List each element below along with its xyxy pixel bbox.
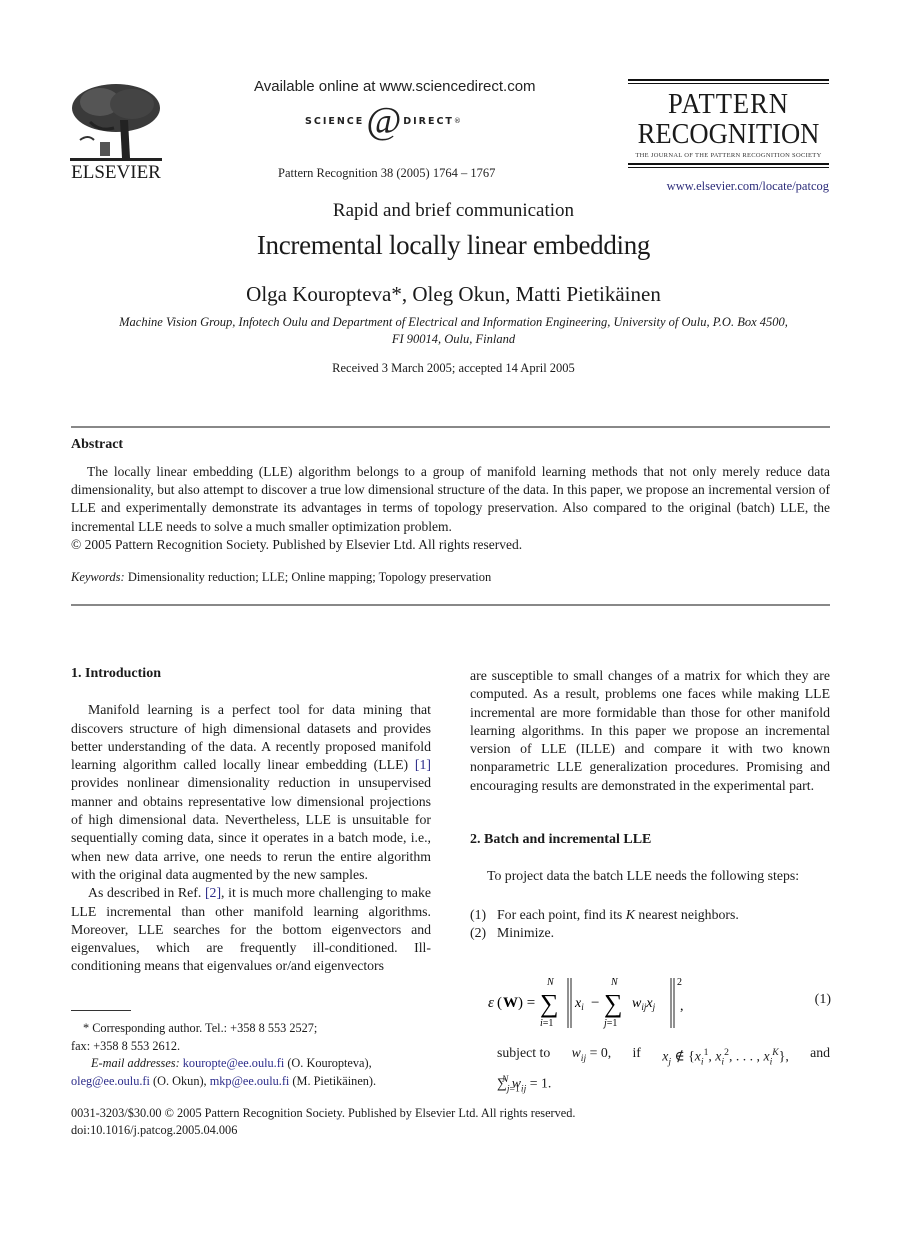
elsevier-tree-icon [70, 84, 162, 161]
email-owner: (O. Kouropteva), [284, 1056, 372, 1070]
email-link-okun[interactable]: oleg@ee.oulu.fi [71, 1074, 150, 1088]
masthead-rule [628, 167, 829, 168]
section-heading-batch: 2. Batch and incremental LLE [470, 832, 652, 848]
journal-url-link[interactable]: www.elsevier.com/locate/patcog [667, 179, 829, 194]
email-link-kouropteva[interactable]: kouropte@ee.oulu.fi [183, 1056, 284, 1070]
received-dates: Received 3 March 2005; accepted 14 April… [332, 361, 575, 375]
sciencedirect-left: SCIENCE [305, 115, 365, 127]
issn-line: 0031-3203/$30.00 © 2005 Pattern Recognit… [71, 1106, 576, 1120]
email-owner: (O. Okun), [149, 1073, 210, 1088]
svg-text:2: 2 [677, 977, 682, 988]
constraint-subject-to: subject to [497, 1045, 551, 1060]
keywords-list: Dimensionality reduction; LLE; Online ma… [127, 570, 492, 584]
authors: Olga Kouropteva*, Oleg Okun, Matti Pieti… [246, 282, 661, 306]
abstract-copyright: © 2005 Pattern Recognition Society. Publ… [71, 536, 523, 552]
svg-text:∑: ∑ [540, 989, 559, 1018]
constraint-and: and [810, 1045, 830, 1060]
footnote-emails-cont: oleg@ee.oulu.fi (O. Okun), mkp@ee.oulu.f… [71, 1073, 431, 1091]
footnote-rule [71, 1010, 131, 1011]
paragraph-text: As described in Ref. [88, 885, 205, 901]
sciencedirect-logo: SCIENCE @ DIRECT ® [305, 100, 490, 142]
svg-text:j=1: j=1 [602, 1018, 617, 1029]
article-title: Incremental locally linear embedding [256, 230, 651, 260]
abstract-top-rule [71, 426, 830, 428]
svg-text:i=1: i=1 [540, 1018, 553, 1029]
equation-number: (1) [814, 992, 831, 1007]
svg-text:,: , [680, 999, 684, 1014]
keywords: Keywords: Dimensionality reduction; LLE;… [71, 570, 491, 585]
step-text: Minimize. [497, 924, 555, 940]
constraint-line-2: ∑j=1N wij = 1. [497, 1074, 552, 1095]
publisher-name: ELSEVIER [71, 162, 161, 183]
svg-text:∑: ∑ [604, 989, 623, 1018]
step-text-b: nearest neighbors. [634, 906, 739, 922]
journal-title-line2: RECOGNITION [637, 119, 820, 150]
step-var: K [625, 906, 635, 922]
masthead-rule [628, 79, 829, 81]
svg-text:(: ( [497, 995, 502, 1011]
abstract-bottom-rule [71, 604, 830, 606]
step-text: For each point, find its K nearest neigh… [497, 906, 739, 924]
affiliation-line: Machine Vision Group, Infotech Oulu and … [119, 315, 788, 329]
reference-link-1[interactable]: [1] [415, 757, 431, 772]
svg-text:W: W [503, 995, 518, 1011]
constraint-math: wij = 0, [571, 1045, 612, 1064]
footnote-fax: fax: +358 8 553 2612. [71, 1038, 181, 1053]
step-text-a: For each point, find its [497, 906, 626, 922]
equation-constraint: subject to wij = 0, if xj ∉ {xi1, xi2, .… [497, 1044, 830, 1099]
sciencedirect-at-icon: @ [366, 100, 402, 142]
journal-citation: Pattern Recognition 38 (2005) 1764 – 176… [278, 166, 496, 180]
abstract-text: The locally linear embedding (LLE) algor… [71, 464, 830, 534]
affiliation-line: FI 90014, Oulu, Finland [391, 332, 516, 346]
journal-masthead: PATTERN RECOGNITION THE JOURNAL OF THE P… [628, 79, 829, 168]
journal-title-line1: PATTERN [668, 89, 789, 120]
keywords-label: Keywords: [71, 570, 125, 584]
svg-text:N: N [546, 977, 555, 988]
email-label: E-mail addresses: [91, 1056, 180, 1070]
journal-subtitle: THE JOURNAL OF THE PATTERN RECOGNITION S… [635, 152, 822, 159]
footnote-emails: E-mail addresses: kouropte@ee.oulu.fi (O… [71, 1055, 431, 1073]
masthead-rule [628, 83, 829, 84]
svg-text:xi: xi [574, 996, 584, 1012]
svg-text:wijxj: wijxj [632, 996, 656, 1012]
svg-text:−: − [591, 995, 599, 1011]
step-number: (1) [470, 906, 487, 922]
step-2: (2) Minimize. [470, 924, 830, 942]
elsevier-logo: ELSEVIER [70, 80, 162, 183]
abstract-heading: Abstract [71, 437, 124, 452]
available-online-text[interactable]: Available online at www.sciencedirect.co… [254, 78, 536, 95]
svg-text:) =: ) = [518, 995, 535, 1011]
step-1: (1) For each point, find its K nearest n… [470, 906, 830, 924]
footnotes: * Corresponding author. Tel.: +358 8 553… [71, 1020, 431, 1090]
intro-paragraph-1: Manifold learning is a perfect tool for … [71, 701, 431, 884]
batch-intro: To project data the batch LLE needs the … [487, 868, 800, 884]
email-link-pietikainen[interactable]: mkp@ee.oulu.fi [210, 1074, 290, 1088]
abstract-body: The locally linear embedding (LLE) algor… [71, 463, 830, 554]
sciencedirect-right: DIRECT [403, 115, 454, 127]
masthead-rule [628, 163, 829, 165]
equation-1: ε ( W ) = ∑ N i=1 xi − ∑ N j=1 wijxj 2 ,… [488, 972, 831, 1032]
doi-line[interactable]: doi:10.1016/j.patcog.2005.04.006 [71, 1122, 575, 1139]
right-column: are susceptible to small changes of a ma… [470, 667, 830, 942]
constraint-if: if [632, 1045, 641, 1060]
equation-formula: ε ( W ) = ∑ N i=1 xi − ∑ N j=1 wijxj 2 , [488, 977, 684, 1029]
step-number: (2) [470, 924, 487, 940]
footnote-corresponding: * Corresponding author. Tel.: +358 8 553… [83, 1021, 318, 1035]
right-paragraph-1: are susceptible to small changes of a ma… [470, 668, 830, 793]
affiliation: Machine Vision Group, Infotech Oulu and … [80, 314, 827, 348]
email-owner: (M. Pietikäinen). [289, 1073, 377, 1088]
svg-text:ε: ε [488, 995, 494, 1011]
constraint-line-1: subject to wij = 0, if xj ∉ {xi1, xi2, .… [497, 1044, 830, 1071]
intro-paragraph-2: As described in Ref. [2], it is much mor… [71, 884, 431, 975]
section-heading-introduction: 1. Introduction [71, 666, 161, 681]
constraint-set: xj ∉ {xi1, xi2, . . . , xiK}, [662, 1047, 789, 1068]
paragraph-text: Manifold learning is a perfect tool for … [71, 702, 431, 773]
paragraph-text: provides nonlinear dimensionality reduct… [71, 775, 431, 882]
svg-text:N: N [610, 977, 619, 988]
reference-link-2[interactable]: [2] [205, 885, 221, 900]
article-type: Rapid and brief communication [332, 200, 575, 221]
left-column: 1. Introduction Manifold learning is a p… [71, 665, 431, 976]
page-footer: 0031-3203/$30.00 © 2005 Pattern Recognit… [71, 1105, 575, 1139]
registered-mark: ® [453, 117, 463, 125]
